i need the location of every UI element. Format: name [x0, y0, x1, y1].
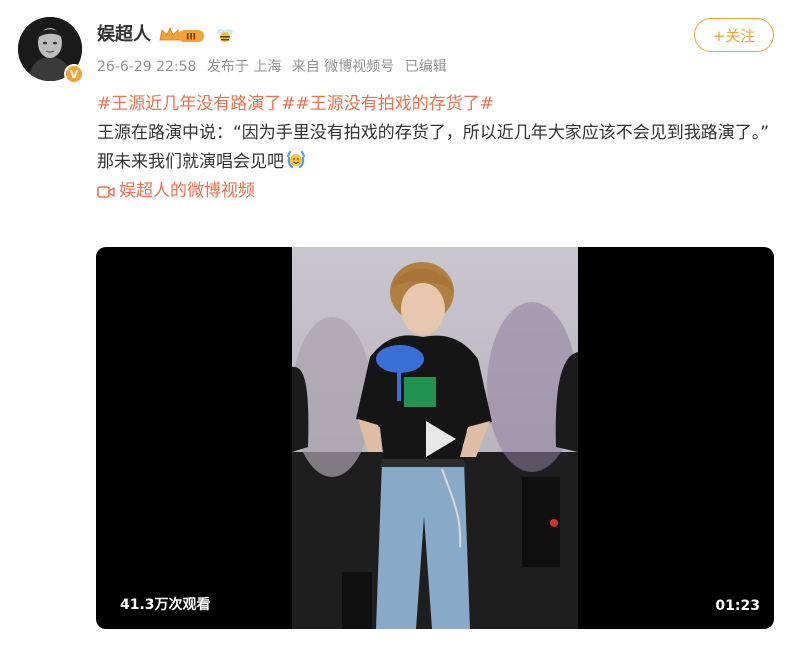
post-source[interactable]: 来自 微博视频号	[292, 59, 394, 75]
follow-button[interactable]: +关注	[694, 18, 774, 52]
video-duration: 01:23	[715, 598, 760, 614]
post-location: 发布于 上海	[206, 59, 282, 75]
bee-badge-icon	[217, 29, 233, 42]
view-count: 41.3万次观看	[120, 597, 211, 613]
play-icon[interactable]	[414, 415, 462, 463]
topics-line: #王源近几年没有路演了##王源没有拍戏的存货了#	[97, 90, 773, 119]
video-source-label: 娱超人的微博视频	[119, 181, 255, 201]
video-camera-icon	[97, 185, 115, 198]
post-body: #王源近几年没有路演了##王源没有拍戏的存货了# 王源在路演中说：“因为手里没有…	[97, 90, 773, 206]
celebrate-emoji-icon	[286, 150, 306, 169]
post-text-line-2-text: 那未来我们就演唱会见吧	[97, 152, 284, 172]
vip-level: III	[186, 33, 196, 43]
post-date[interactable]: 26-6-29 22:58	[97, 59, 196, 75]
post-text-line-1: 王源在路演中说：“因为手里没有拍戏的存货了，所以近几年大家应该不会见到我路演了。…	[97, 123, 770, 143]
verified-badge-icon: V	[64, 64, 84, 84]
vip-crown-icon[interactable]: III	[158, 26, 206, 44]
topic-link[interactable]: #王源近几年没有路演了#	[97, 94, 296, 114]
post-meta: 26-6-29 22:58 发布于 上海 来自 微博视频号 已编辑	[97, 56, 453, 78]
author-name[interactable]: 娱超人	[97, 22, 151, 48]
topic-link[interactable]: #王源没有拍戏的存货了#	[296, 94, 495, 114]
video-source-link[interactable]: 娱超人的微博视频	[97, 177, 773, 206]
post-edited[interactable]: 已编辑	[405, 59, 447, 75]
post-text-line-2: 那未来我们就演唱会见吧	[97, 148, 773, 177]
video-player[interactable]: 41.3万次观看 01:23	[96, 247, 774, 629]
